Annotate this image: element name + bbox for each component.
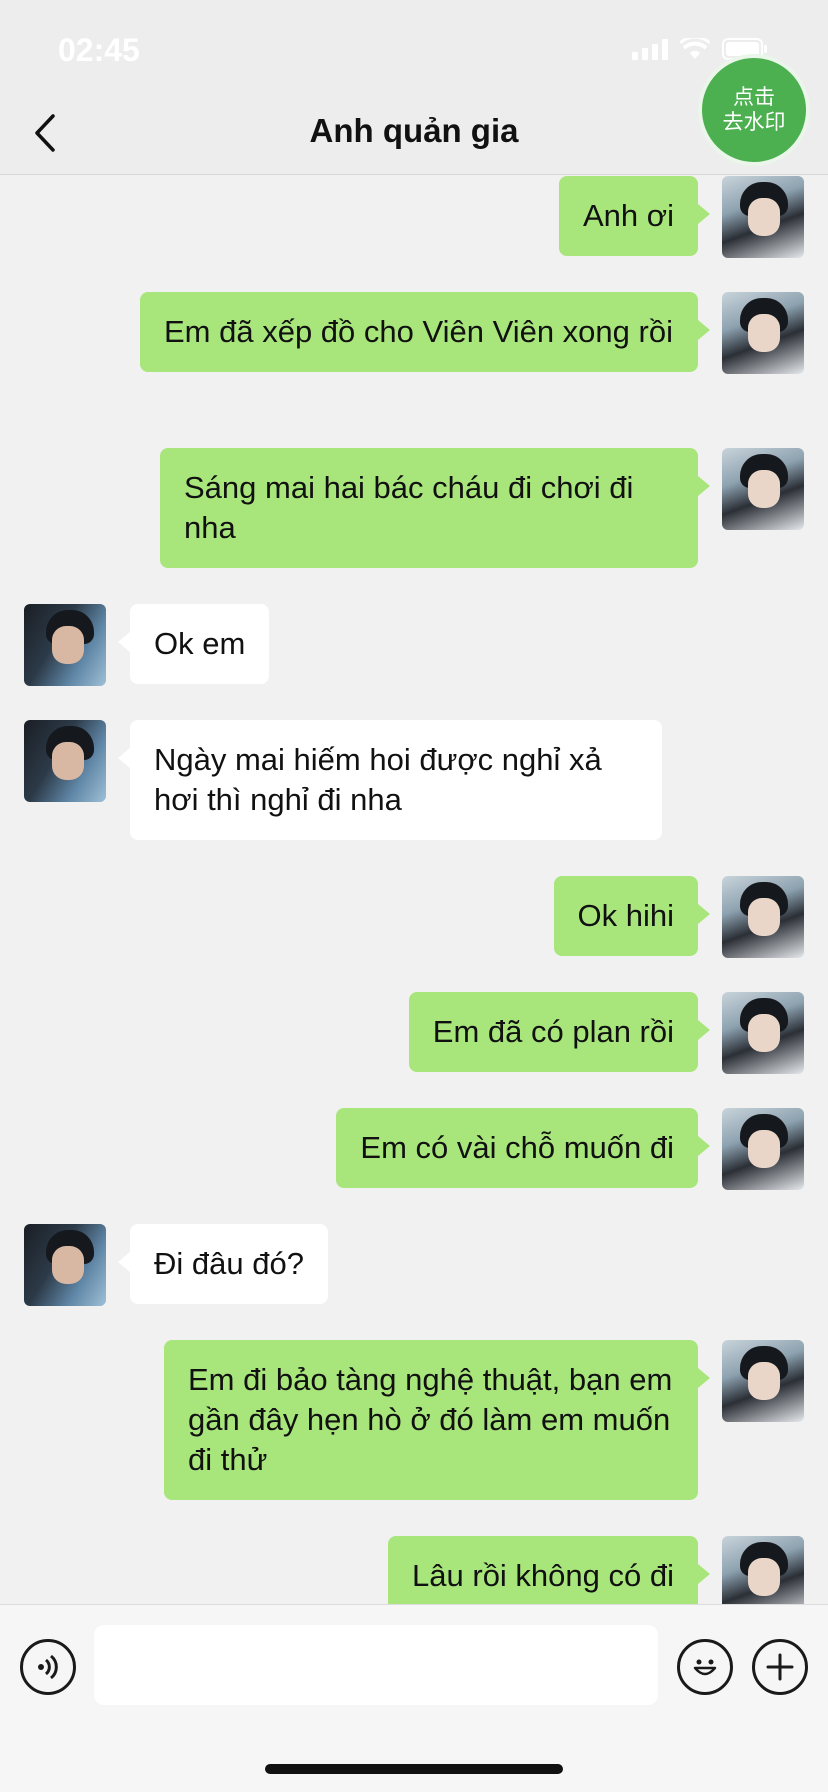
signal-icon xyxy=(632,38,668,60)
emoji-button[interactable] xyxy=(677,1639,733,1695)
my-message-bubble[interactable]: Em đã có plan rồi xyxy=(408,992,711,1072)
status-time: 02:45 xyxy=(58,32,140,68)
message-input[interactable] xyxy=(94,1625,658,1705)
voice-button[interactable] xyxy=(20,1639,76,1695)
contact-avatar[interactable] xyxy=(24,604,106,686)
plus-icon xyxy=(766,1653,794,1681)
my-message-bubble[interactable]: Em đi bảo tàng nghệ thuật, bạn em gần đâ… xyxy=(164,1340,710,1500)
my-message-bubble[interactable]: Sáng mai hai bác cháu đi chơi đi nha xyxy=(160,448,710,568)
my-avatar[interactable] xyxy=(722,292,804,374)
my-message-bubble[interactable]: Anh ơi xyxy=(559,176,710,256)
wifi-icon xyxy=(680,38,710,60)
my-avatar[interactable] xyxy=(722,992,804,1074)
my-message-bubble[interactable]: Ok hihi xyxy=(553,876,711,956)
home-indicator xyxy=(265,1764,563,1774)
remove-watermark-badge[interactable]: 点击 去水印 xyxy=(698,54,810,166)
my-avatar[interactable] xyxy=(722,1536,804,1604)
contact-message-bubble[interactable]: Đi đâu đó? xyxy=(118,1224,328,1304)
badge-line-2: 去水印 xyxy=(722,111,786,134)
contact-message-bubble[interactable]: Ok em xyxy=(117,604,270,684)
my-avatar[interactable] xyxy=(722,1340,804,1422)
contact-avatar[interactable] xyxy=(24,720,106,802)
plus-button[interactable] xyxy=(752,1639,808,1695)
voice-icon xyxy=(38,1654,58,1680)
my-avatar[interactable] xyxy=(722,876,804,958)
my-avatar[interactable] xyxy=(722,176,804,258)
chat-area[interactable]: Anh ơi Em đã xếp đồ cho Viên Viên xong r… xyxy=(0,176,828,1604)
emoji-icon xyxy=(693,1659,717,1676)
my-avatar[interactable] xyxy=(722,448,804,530)
my-message-bubble[interactable]: Em có vài chỗ muốn đi xyxy=(336,1108,710,1188)
badge-line-1: 点击 xyxy=(733,86,775,109)
contact-avatar[interactable] xyxy=(24,1224,106,1306)
my-message-bubble[interactable]: Lâu rồi không có đi xyxy=(388,1536,710,1604)
contact-message-bubble[interactable]: Ngày mai hiếm hoi được nghỉ xả hơi thì n… xyxy=(118,720,662,840)
my-message-bubble[interactable]: Em đã xếp đồ cho Viên Viên xong rồi xyxy=(140,292,710,372)
my-avatar[interactable] xyxy=(722,1108,804,1190)
